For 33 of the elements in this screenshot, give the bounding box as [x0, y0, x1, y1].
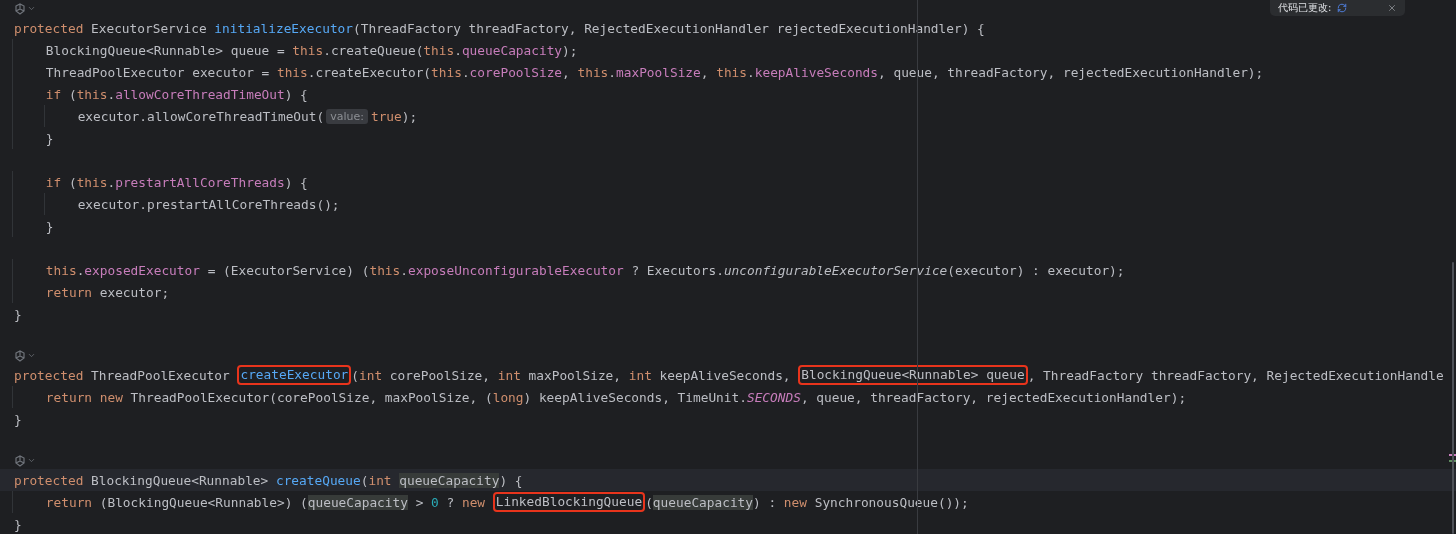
code-text: (queueCapacity) : new SynchronousQueue()); [645, 494, 969, 510]
code-text: this.exposedExecutor = (ExecutorService) (this.exposeUnconfigurableExecutor ? Executors.unconfigurableExecutorService(executor) : executor); [45, 262, 1125, 278]
code-text: } [14, 306, 22, 322]
code-text: executor.prestartAllCoreThreads(); [77, 196, 340, 212]
code-text: BlockingQueue<Runnable> queue = this.createQueue(this.queueCapacity); [45, 42, 578, 58]
highlight-box: BlockingQueue<Runnable> queue [798, 365, 1028, 385]
code-text: protected ExecutorService initializeExecutor(ThreadFactory threadFactory, RejectedExecutionHandler rejectedExecutionHandler) { [14, 20, 985, 36]
notification-text: 代码已更改: [1278, 1, 1332, 15]
code-text: return (BlockingQueue<Runnable>) (queueCapacity > 0 ? new [45, 494, 487, 510]
scrollbar-thumb[interactable] [1452, 262, 1454, 534]
code-text: ThreadPoolExecutor executor = this.createExecutor(this.corePoolSize, this.maxPoolSize, this.keepAliveSeconds, queue, threadFactory, rejectedExecutionHandler); [45, 64, 1264, 80]
code-text: if (this.prestartAllCoreThreads) { [45, 174, 308, 190]
code-text: (int corePoolSize, int maxPoolSize, int keepAliveSeconds, [351, 367, 792, 383]
refresh-icon[interactable] [1337, 3, 1348, 13]
gutter-icon[interactable] [14, 349, 36, 362]
close-icon[interactable] [1387, 3, 1397, 13]
code-text: } [45, 218, 54, 234]
code-text: , ThreadFactory threadFactory, RejectedExecutionHandle [1027, 367, 1444, 383]
code-text: true); [370, 108, 418, 124]
code-text: executor.allowCoreThreadTimeOut( [77, 108, 325, 124]
gutter-icon[interactable] [14, 2, 36, 15]
parameter-hint: value: [326, 108, 368, 124]
code-text: return new ThreadPoolExecutor(corePoolSize, maxPoolSize, (long) keepAliveSeconds, TimeUnit.SECONDS, queue, threadFactory, rejectedExecutionHandler); [45, 389, 1187, 405]
code-text: } [45, 130, 54, 146]
code-text: } [14, 516, 22, 532]
code-text: protected ThreadPoolExecutor [14, 367, 231, 383]
highlight-box: createExecutor [237, 365, 352, 385]
code-text: } [14, 411, 22, 427]
code-text: if (this.allowCoreThreadTimeOut) { [45, 86, 308, 102]
gutter-icon[interactable] [14, 454, 36, 467]
code-text: return executor; [45, 284, 170, 300]
code-text: protected BlockingQueue<Runnable> createQueue(int queueCapacity) { [14, 472, 523, 488]
highlight-box: LinkedBlockingQueue [492, 492, 646, 512]
